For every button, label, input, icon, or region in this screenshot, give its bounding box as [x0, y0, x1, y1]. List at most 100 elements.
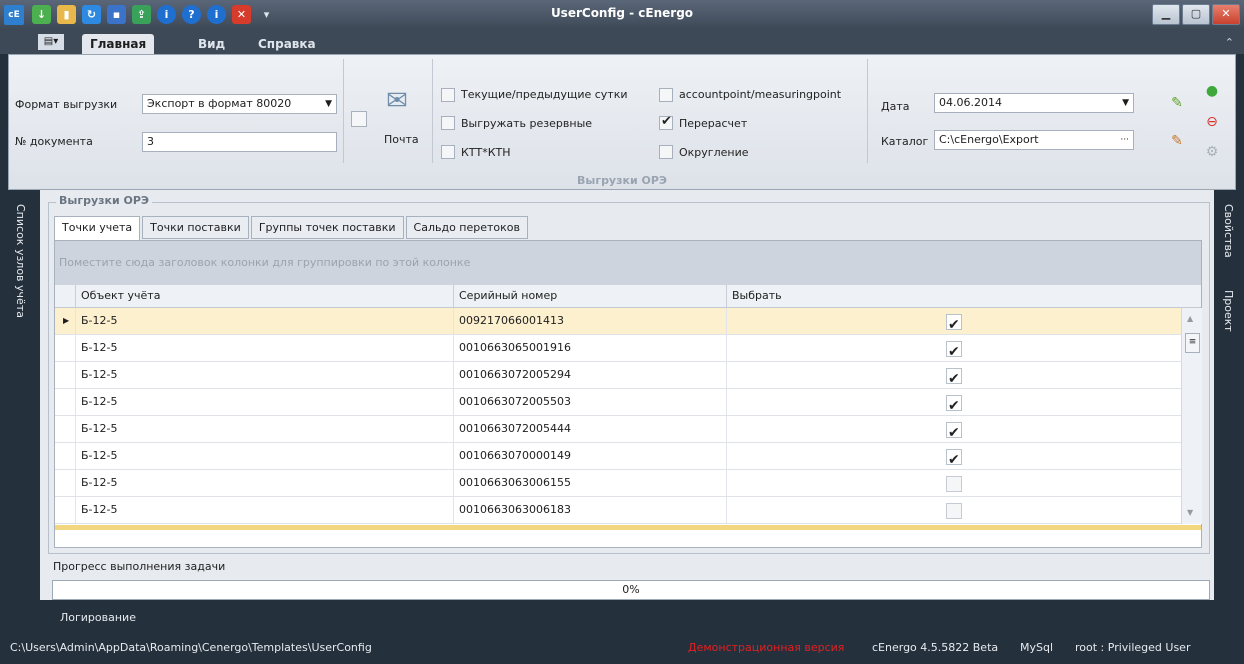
title-bar: cE ↓ ▮ ↻ ▪ ⇪ i ? i ✕ ▾ UserConfig - cEne…: [0, 0, 1244, 30]
table-row[interactable]: Б-12-5 0010663063006155: [55, 470, 1181, 497]
minimize-button[interactable]: ▁: [1152, 4, 1180, 25]
progress-text: 0%: [622, 583, 640, 596]
progress-bar: 0%: [52, 580, 1210, 600]
mail-label[interactable]: Почта: [384, 133, 419, 146]
recalc-checkbox[interactable]: [659, 114, 673, 130]
ktt-checkbox[interactable]: [441, 145, 455, 159]
cell-select: [726, 416, 1181, 446]
tab-flow-balance[interactable]: Сальдо перетоков: [405, 216, 529, 239]
catalog-input[interactable]: C:\cEnergo\Export ···: [934, 130, 1134, 150]
format-dropdown[interactable]: Экспорт в формат 80020 ▼: [142, 94, 337, 114]
accountpoint-checkbox[interactable]: [659, 88, 673, 102]
chevron-down-icon: ▼: [325, 99, 332, 109]
scroll-down-icon[interactable]: ▼: [1187, 508, 1193, 517]
row-select-checkbox[interactable]: [946, 476, 962, 492]
group-by-panel[interactable]: Поместите сюда заголовок колонки для гру…: [55, 241, 1201, 285]
row-select-checkbox[interactable]: [946, 393, 962, 419]
tab-delivery-point-groups[interactable]: Группы точек поставки: [250, 216, 404, 239]
edit-pencil-icon[interactable]: ✎: [1167, 131, 1187, 151]
cell-object[interactable]: Б-12-5: [75, 443, 453, 469]
current-days-checkbox[interactable]: [441, 88, 455, 102]
tab-main[interactable]: Главная: [82, 34, 155, 54]
properties-tab[interactable]: Свойства: [1222, 204, 1235, 258]
cell-serial[interactable]: 0010663072005294: [453, 362, 726, 388]
status-db: MySql: [1020, 641, 1054, 654]
accounting-nodes-tab[interactable]: Список узлов учёта: [14, 204, 27, 318]
column-header-object[interactable]: Объект учёта: [75, 285, 453, 307]
table-row[interactable]: Б-12-5 0010663065001916: [55, 335, 1181, 365]
current-days-label: Текущие/предыдущие сутки: [461, 88, 628, 101]
tab-view[interactable]: Вид: [190, 34, 233, 54]
cell-serial[interactable]: 0010663063006155: [453, 470, 726, 496]
row-select-checkbox[interactable]: [946, 339, 962, 365]
cell-select: [726, 443, 1181, 473]
recalc-label: Перерасчет: [679, 117, 748, 130]
table-row[interactable]: Б-12-5 0010663070000149: [55, 443, 1181, 473]
column-header-serial[interactable]: Серийный номер: [453, 285, 726, 307]
cell-object[interactable]: Б-12-5: [75, 416, 453, 442]
catalog-value: C:\cEnergo\Export: [939, 133, 1039, 146]
row-select-checkbox[interactable]: [946, 447, 962, 473]
tab-delivery-points[interactable]: Точки поставки: [142, 216, 249, 239]
app-menu-button[interactable]: ▤▾: [38, 34, 64, 50]
vertical-scrollbar[interactable]: ▲ ≡ ▼: [1181, 308, 1202, 524]
divider: [343, 59, 344, 163]
table-row[interactable]: Б-12-5 0010663072005503: [55, 389, 1181, 419]
cell-object[interactable]: Б-12-5: [75, 308, 453, 334]
cell-select: [726, 470, 1181, 496]
row-select-checkbox[interactable]: [946, 420, 962, 446]
scroll-thumb[interactable]: ≡: [1185, 333, 1200, 353]
tab-accounting-points[interactable]: Точки учета: [54, 216, 141, 241]
reserve-checkbox[interactable]: [441, 116, 455, 130]
table-row[interactable]: ▶ Б-12-5 009217066001413: [55, 308, 1181, 338]
settings-gear-icon[interactable]: ⚙: [1202, 142, 1222, 162]
data-grid: Поместите сюда заголовок колонки для гру…: [54, 240, 1202, 548]
row-select-checkbox[interactable]: [946, 503, 962, 519]
table-row[interactable]: Б-12-5 0010663063006183: [55, 497, 1181, 524]
cell-serial[interactable]: 0010663070000149: [453, 443, 726, 469]
date-picker[interactable]: 04.06.2014 ▼: [934, 93, 1134, 113]
close-button[interactable]: ✕: [1212, 4, 1240, 25]
rounding-label: Округление: [679, 146, 749, 159]
grid-rows: ▶Б-12-5009217066001413Б-12-5001066306500…: [55, 308, 1181, 524]
table-row[interactable]: Б-12-5 0010663072005444: [55, 416, 1181, 446]
row-select-checkbox[interactable]: [946, 312, 962, 338]
cell-select: [726, 335, 1181, 365]
group-title: Выгрузки ОРЭ: [56, 194, 153, 207]
maximize-button[interactable]: ▢: [1182, 4, 1210, 25]
cell-select: [726, 497, 1181, 523]
rounding-checkbox[interactable]: [659, 145, 673, 159]
cell-object[interactable]: Б-12-5: [75, 389, 453, 415]
add-pencil-icon[interactable]: ✎: [1167, 93, 1187, 113]
cell-object[interactable]: Б-12-5: [75, 470, 453, 496]
row-select-checkbox[interactable]: [946, 366, 962, 392]
doc-number-input[interactable]: 3: [142, 132, 337, 152]
cell-serial[interactable]: 0010663072005503: [453, 389, 726, 415]
cell-serial[interactable]: 0010663065001916: [453, 335, 726, 361]
tab-help[interactable]: Справка: [250, 34, 324, 54]
browse-button[interactable]: ···: [1120, 131, 1129, 149]
mail-checkbox[interactable]: [351, 111, 367, 127]
mail-icon[interactable]: ✉: [375, 83, 419, 119]
logging-tab[interactable]: Логирование: [60, 611, 136, 624]
cell-serial[interactable]: 0010663063006183: [453, 497, 726, 523]
collapse-ribbon-icon[interactable]: ⌃: [1225, 36, 1234, 49]
cell-serial[interactable]: 009217066001413: [453, 308, 726, 334]
ok-check-icon[interactable]: ●: [1202, 81, 1222, 101]
grid-footer: [55, 525, 1201, 530]
cell-object[interactable]: Б-12-5: [75, 335, 453, 361]
main-content: Выгрузки ОРЭ Точки учета Точки поставки …: [40, 190, 1214, 600]
cell-object[interactable]: Б-12-5: [75, 497, 453, 523]
left-dock-panel: Список узлов учёта: [0, 190, 40, 630]
project-tab[interactable]: Проект: [1222, 290, 1235, 332]
cell-serial[interactable]: 0010663072005444: [453, 416, 726, 442]
cancel-icon[interactable]: ⊖: [1202, 112, 1222, 132]
reserve-label: Выгружать резервные: [461, 117, 593, 130]
column-header-select[interactable]: Выбрать: [726, 285, 1184, 307]
scroll-up-icon[interactable]: ▲: [1187, 314, 1193, 323]
cell-select: [726, 389, 1181, 419]
page-tabs: Точки учета Точки поставки Группы точек …: [54, 216, 530, 241]
doc-number-label: № документа: [15, 135, 93, 148]
table-row[interactable]: Б-12-5 0010663072005294: [55, 362, 1181, 392]
cell-object[interactable]: Б-12-5: [75, 362, 453, 388]
